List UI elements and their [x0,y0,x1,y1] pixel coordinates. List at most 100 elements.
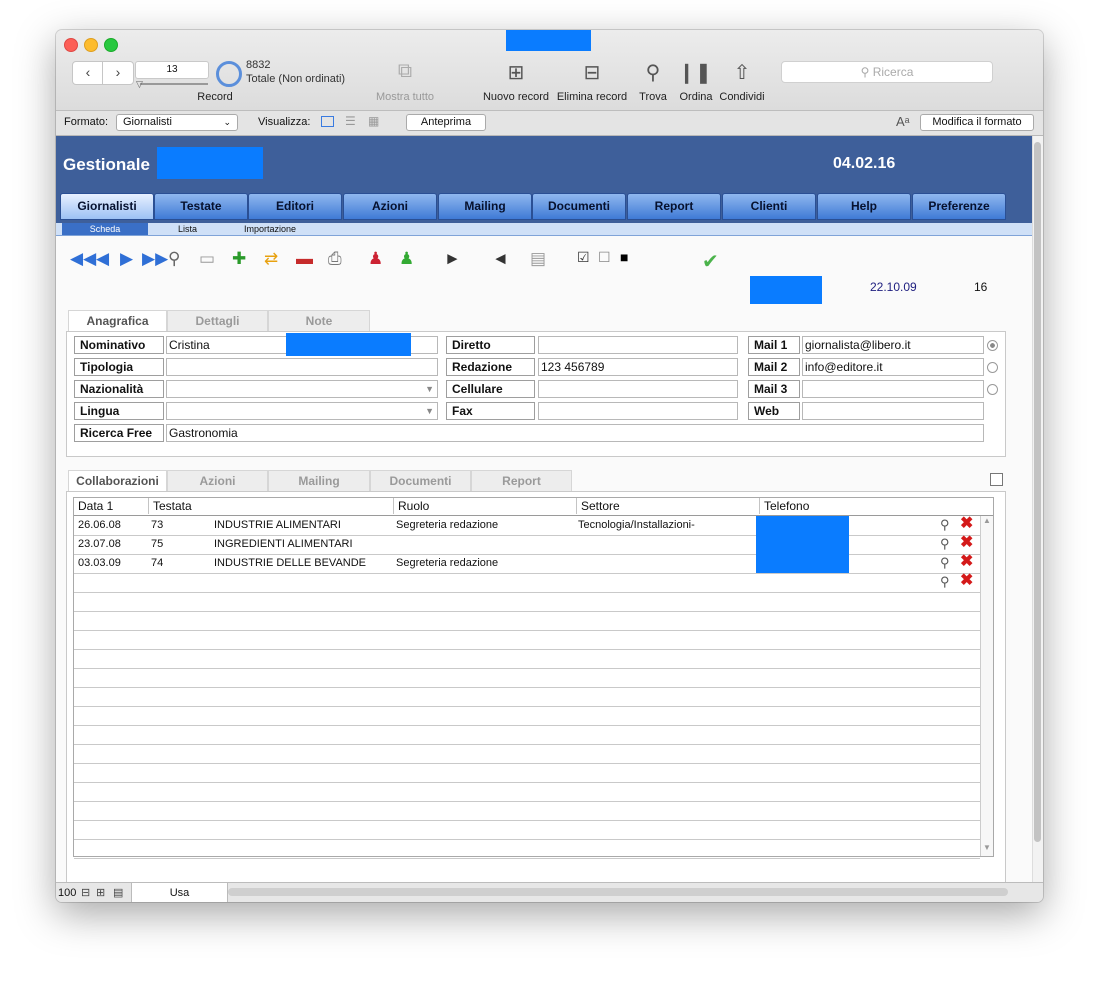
tab-preferenze[interactable]: Preferenze [912,193,1006,220]
nazionalita-select[interactable]: ▼ [166,380,438,398]
magnifier-icon[interactable]: ⚲ [940,554,950,572]
checkmark-icon[interactable]: ✔ [702,249,719,274]
tab-mailing[interactable]: Mailing [438,193,532,220]
import-hat-icon[interactable]: ◄ [492,249,509,269]
export-hat-icon[interactable]: ► [444,249,461,269]
table-row-empty[interactable] [74,839,980,859]
checkbox-checked-icon[interactable]: ☑ [577,249,590,266]
group-add-icon[interactable]: ♟ [399,249,414,269]
table-row-empty[interactable] [74,611,980,631]
print-icon[interactable]: ⎙ [328,249,342,269]
lower-tab-documenti[interactable]: Documenti [370,470,471,493]
format-select[interactable]: Giornalisti ⌄ [116,114,238,131]
lower-tab-mailing[interactable]: Mailing [268,470,370,493]
form-tab-dettagli[interactable]: Dettagli [167,310,268,333]
delete-tray-icon[interactable]: ▬ [296,249,313,269]
list-view-icon[interactable]: ☰ [345,114,356,128]
zoom-window-button[interactable] [104,38,118,52]
last-record-icon[interactable]: ▶▶ [142,249,168,269]
form-view-icon[interactable] [321,116,334,127]
black-square-icon[interactable]: ■ [620,249,628,265]
preview-button[interactable]: Anteprima [406,114,486,131]
table-row-empty[interactable] [74,706,980,726]
table-row-empty[interactable] [74,801,980,821]
diretto-field[interactable] [538,336,738,354]
magnifier-icon[interactable]: ⚲ [940,516,950,534]
col-header-ruolo[interactable]: Ruolo [394,498,577,514]
text-format-icon[interactable]: Aᵃ [896,114,910,129]
subtab-scheda[interactable]: Scheda [62,223,148,235]
tray-icon[interactable]: ▭ [199,249,215,269]
mail1-field[interactable]: giornalista@libero.it [802,336,984,354]
magnifier-icon[interactable]: ⚲ [940,573,950,591]
expand-icon[interactable] [990,473,1003,486]
next-record-icon[interactable]: ▶ [120,249,133,269]
table-row-empty[interactable] [74,782,980,802]
lower-tab-collaborazioni[interactable]: Collaborazioni [68,470,167,492]
checkbox-empty-icon[interactable]: ☐ [598,249,611,266]
table-row-empty[interactable] [74,820,980,840]
record-number-input[interactable]: 13 [135,61,209,79]
delete-x-icon[interactable]: ✖ [960,553,973,571]
subtab-importazione[interactable]: Importazione [244,223,296,235]
subtab-lista[interactable]: Lista [178,223,197,235]
scroll-down-arrow-icon[interactable]: ▼ [983,843,991,852]
table-row-empty[interactable] [74,668,980,688]
zoom-out-icon[interactable]: ⊟ [81,886,90,899]
group-icon[interactable]: ♟ [368,249,383,269]
zoom-in-icon[interactable]: ⊞ [96,886,105,899]
table-row-empty[interactable] [74,592,980,612]
window-scroll-thumb[interactable] [1034,142,1041,842]
show-all-button[interactable]: Mostra tutto [365,91,445,103]
lingua-select[interactable]: ▼ [166,402,438,420]
previous-record-button[interactable]: ‹ [72,61,104,85]
fax-field[interactable] [538,402,738,420]
table-row-empty[interactable] [74,725,980,745]
tab-azioni[interactable]: Azioni [343,193,437,220]
find-button[interactable]: Trova [633,91,673,103]
toolbar-toggle-icon[interactable]: ▤ [113,886,123,899]
record-slider[interactable] [140,83,208,85]
col-header-testata[interactable]: Testata [149,498,394,514]
table-row-empty[interactable] [74,744,980,764]
tab-help[interactable]: Help [817,193,911,220]
lower-tab-report[interactable]: Report [471,470,572,493]
table-scrollbar[interactable]: ▲ ▼ [980,516,993,856]
ricerca-free-field[interactable]: Gastronomia [166,424,984,442]
delete-x-icon[interactable]: ✖ [960,515,973,533]
magnifier-icon[interactable]: ⚲ [940,535,950,553]
redazione-field[interactable]: 123 456789 [538,358,738,376]
tab-report[interactable]: Report [627,193,721,220]
new-record-button[interactable]: Nuovo record [476,91,556,103]
web-field[interactable] [802,402,984,420]
table-row-empty[interactable] [74,763,980,783]
table-row-empty[interactable]: ⚲ ✖ [74,572,980,593]
form-tab-note[interactable]: Note [268,310,370,333]
tab-clienti[interactable]: Clienti [722,193,816,220]
table-view-icon[interactable]: ▦ [368,114,379,128]
mail1-radio[interactable] [987,340,998,351]
tab-testate[interactable]: Testate [154,193,248,220]
mail2-radio[interactable] [987,362,998,373]
mail2-field[interactable]: info@editore.it [802,358,984,376]
close-window-button[interactable] [64,38,78,52]
lower-tab-azioni[interactable]: Azioni [167,470,268,493]
prev-record-icon[interactable]: ◀ [96,249,109,269]
mode-indicator[interactable]: Usa [131,883,228,902]
horizontal-scrollbar[interactable] [228,888,1008,896]
sort-button[interactable]: Ordina [675,91,717,103]
new-record-add-icon[interactable]: ✚ [232,249,246,269]
tab-documenti[interactable]: Documenti [532,193,626,220]
delete-x-icon[interactable]: ✖ [960,572,973,590]
col-header-settore[interactable]: Settore [577,498,760,514]
table-row-empty[interactable] [74,630,980,650]
mail3-radio[interactable] [987,384,998,395]
table-row-empty[interactable] [74,649,980,669]
edit-format-button[interactable]: Modifica il formato [920,114,1034,131]
col-header-data1[interactable]: Data 1 [74,498,149,514]
mail3-field[interactable] [802,380,984,398]
zoom-level[interactable]: 100 [58,887,76,899]
form-tab-anagrafica[interactable]: Anagrafica [68,310,167,332]
col-header-telefono[interactable]: Telefono [760,498,994,514]
share-button[interactable]: Condividi [716,91,768,103]
